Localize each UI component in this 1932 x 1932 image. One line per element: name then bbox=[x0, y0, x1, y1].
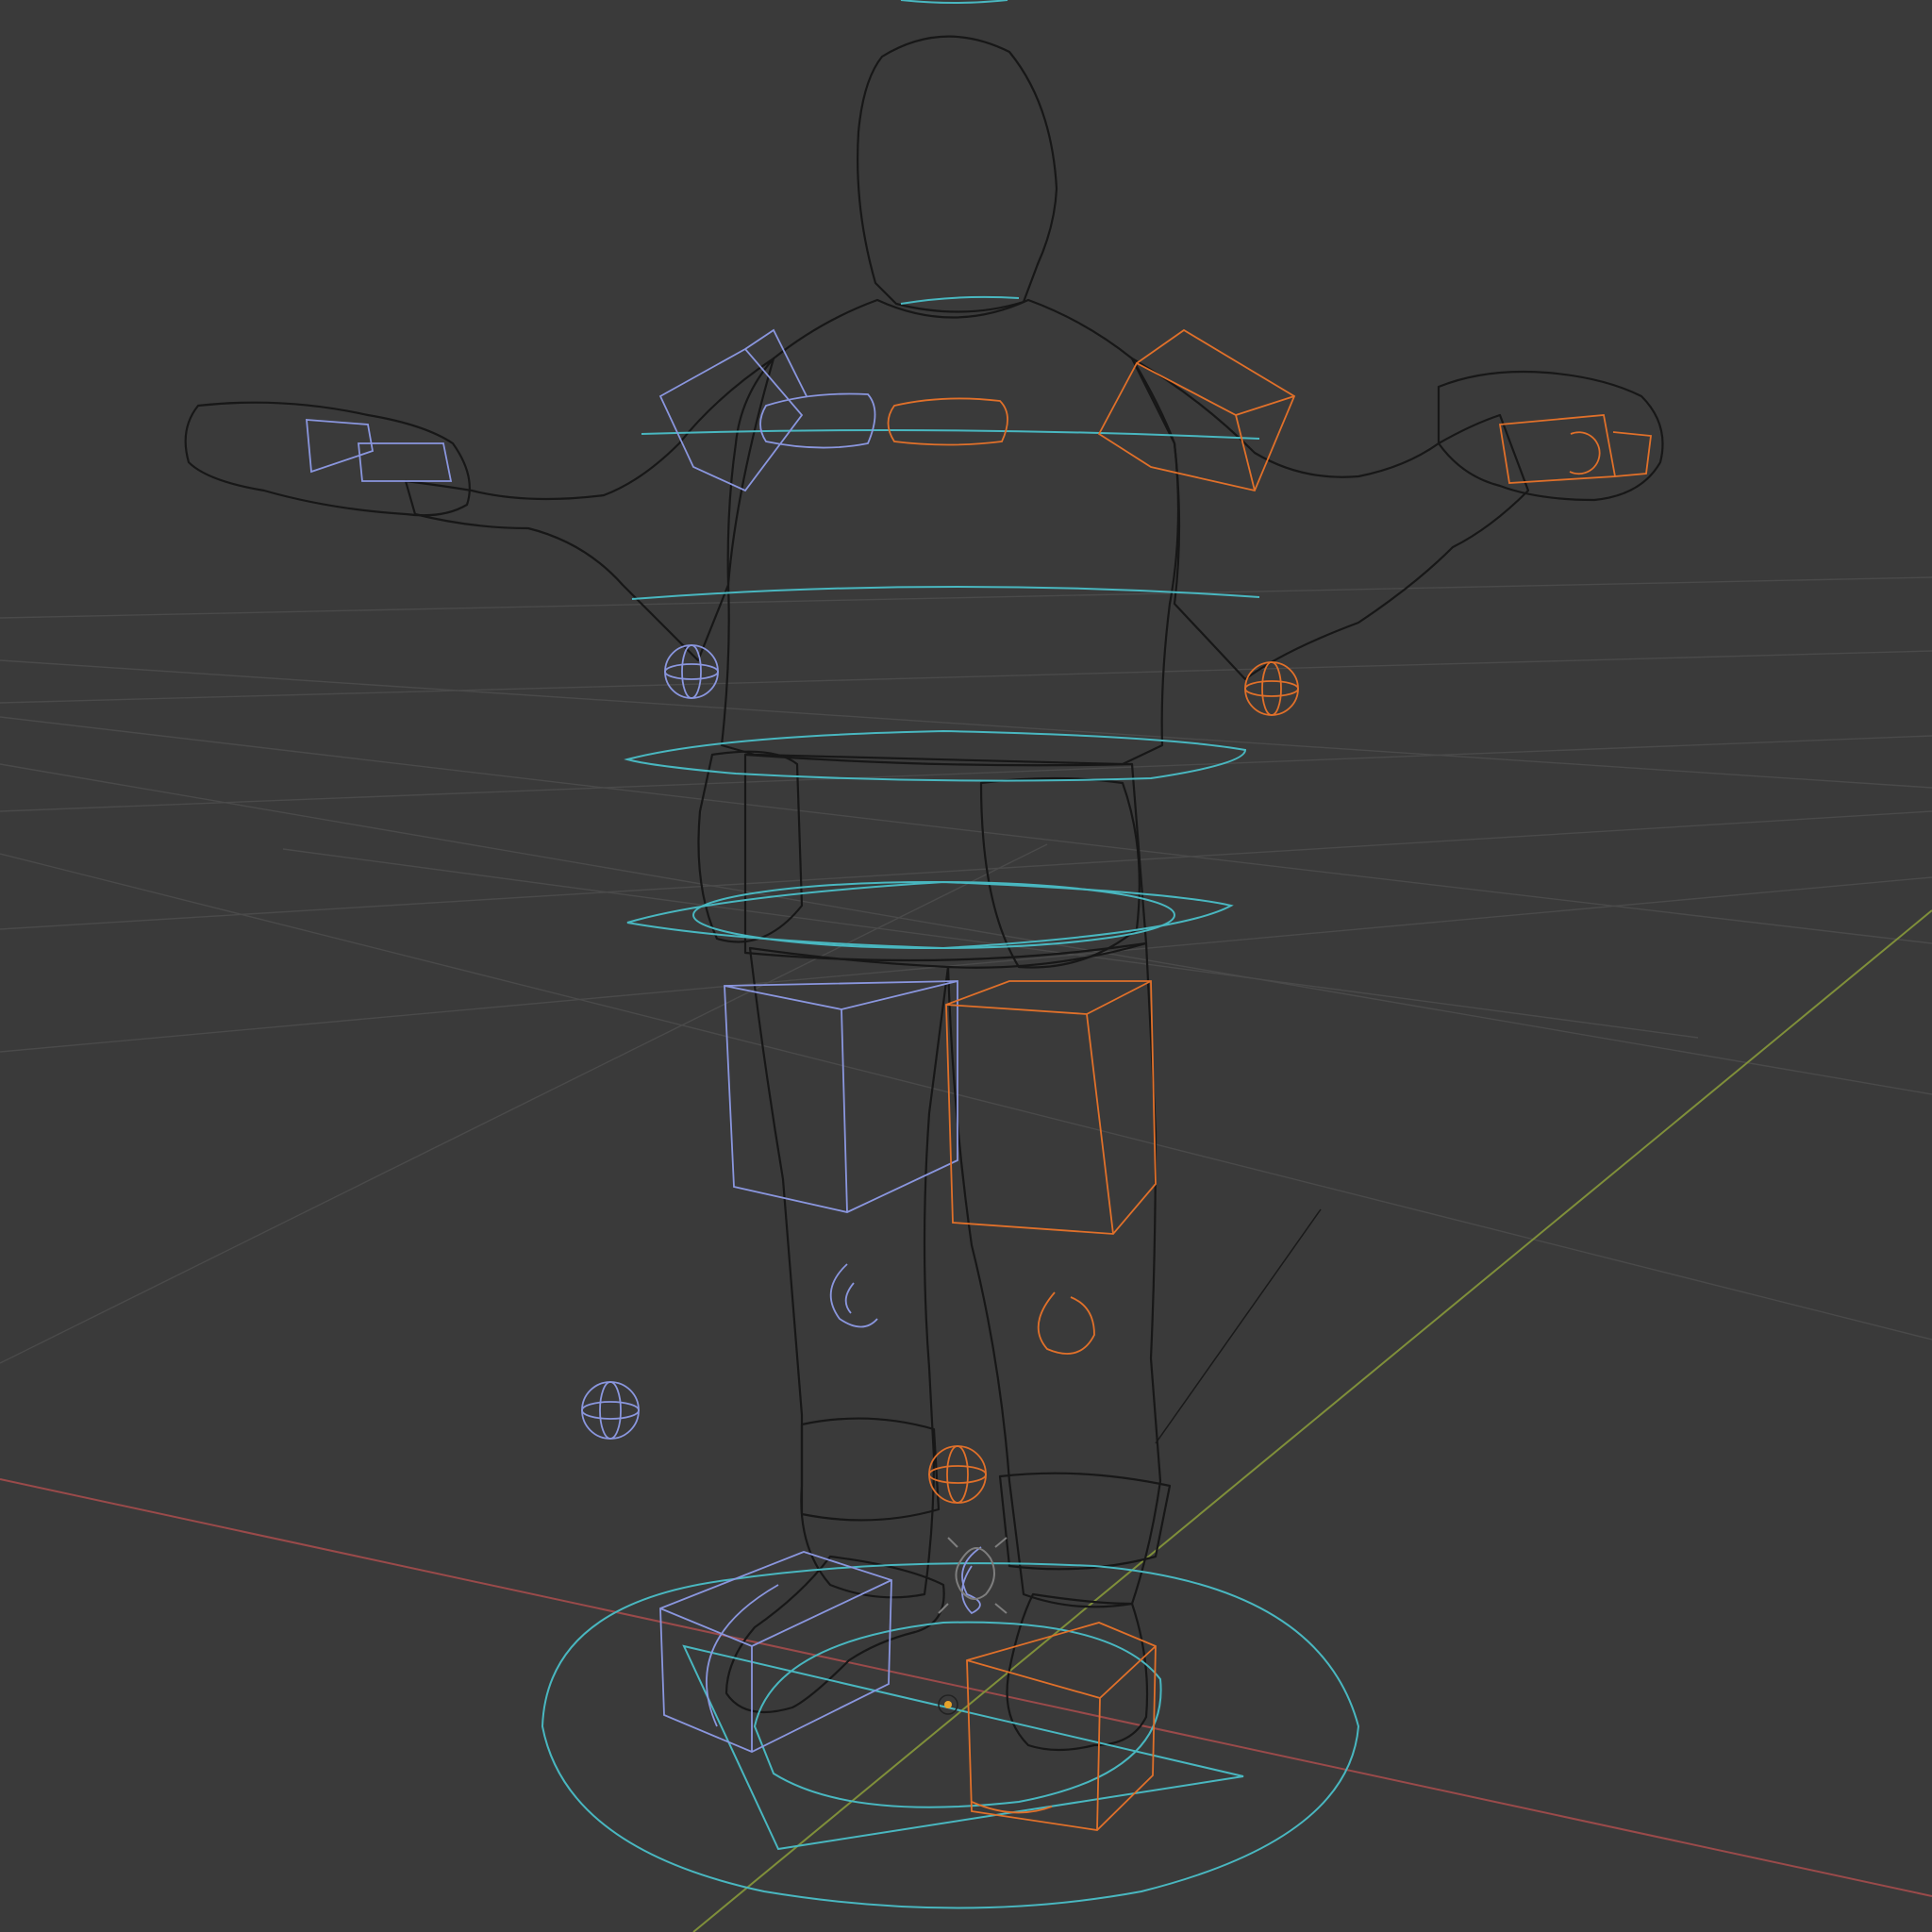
right-bone-widgets[interactable] bbox=[887, 328, 1653, 1831]
top-control-ring[interactable] bbox=[900, 0, 1008, 4]
light-direction-line bbox=[1155, 1208, 1322, 1444]
left-arm-mesh[interactable] bbox=[404, 357, 775, 662]
right-shin-pole-icon[interactable] bbox=[928, 1445, 987, 1504]
hips-mesh[interactable] bbox=[743, 753, 1148, 962]
left-knee-control[interactable] bbox=[829, 1263, 878, 1328]
left-pant-cuff-mesh[interactable] bbox=[800, 1417, 941, 1522]
torso-mesh[interactable] bbox=[720, 298, 1180, 766]
spine-controls[interactable] bbox=[624, 295, 1260, 950]
root-control[interactable] bbox=[541, 1562, 1360, 1909]
floor-grid bbox=[0, 576, 1932, 1364]
3d-viewport[interactable] bbox=[0, 0, 1932, 1932]
left-boot-mesh[interactable] bbox=[724, 1555, 945, 1714]
neck-control[interactable] bbox=[900, 295, 1020, 305]
light-gizmo-icon[interactable] bbox=[938, 1537, 1008, 1614]
y-axis-line bbox=[692, 909, 1932, 1932]
left-heel-arc[interactable] bbox=[706, 1584, 779, 1727]
chest-upper-control[interactable] bbox=[641, 429, 1260, 440]
right-elbow-pole-icon[interactable] bbox=[1244, 661, 1299, 716]
right-leg-mesh[interactable] bbox=[946, 941, 1162, 1608]
right-foot-bone-box[interactable] bbox=[966, 1622, 1157, 1831]
left-bone-widgets[interactable] bbox=[306, 328, 982, 1753]
left-knee-pole-icon[interactable] bbox=[581, 1381, 640, 1440]
left-clavicle-control[interactable] bbox=[759, 392, 876, 449]
right-arm-mesh[interactable] bbox=[1130, 357, 1530, 681]
right-thigh-bone-box[interactable] bbox=[945, 980, 1157, 1235]
viewport-scene[interactable] bbox=[0, 0, 1932, 1932]
x-axis-line bbox=[0, 1478, 1932, 1897]
left-toe-control[interactable] bbox=[961, 1546, 982, 1615]
root-circle[interactable] bbox=[541, 1562, 1360, 1909]
waist-control[interactable] bbox=[624, 729, 1247, 782]
left-hand-control[interactable] bbox=[306, 419, 453, 482]
origin-cursor-icon[interactable] bbox=[938, 1694, 958, 1715]
right-pant-cuff-mesh[interactable] bbox=[998, 1472, 1172, 1571]
head-mesh[interactable] bbox=[857, 35, 1058, 313]
pelvis-ring[interactable] bbox=[692, 881, 1175, 949]
left-foot-bone-box[interactable] bbox=[659, 1551, 892, 1753]
character-mesh[interactable] bbox=[184, 35, 1664, 1752]
right-knee-control[interactable] bbox=[1037, 1291, 1095, 1355]
left-hand-mesh[interactable] bbox=[184, 401, 471, 517]
right-clavicle-control[interactable] bbox=[887, 397, 1008, 446]
left-leg-mesh[interactable] bbox=[748, 946, 950, 1599]
